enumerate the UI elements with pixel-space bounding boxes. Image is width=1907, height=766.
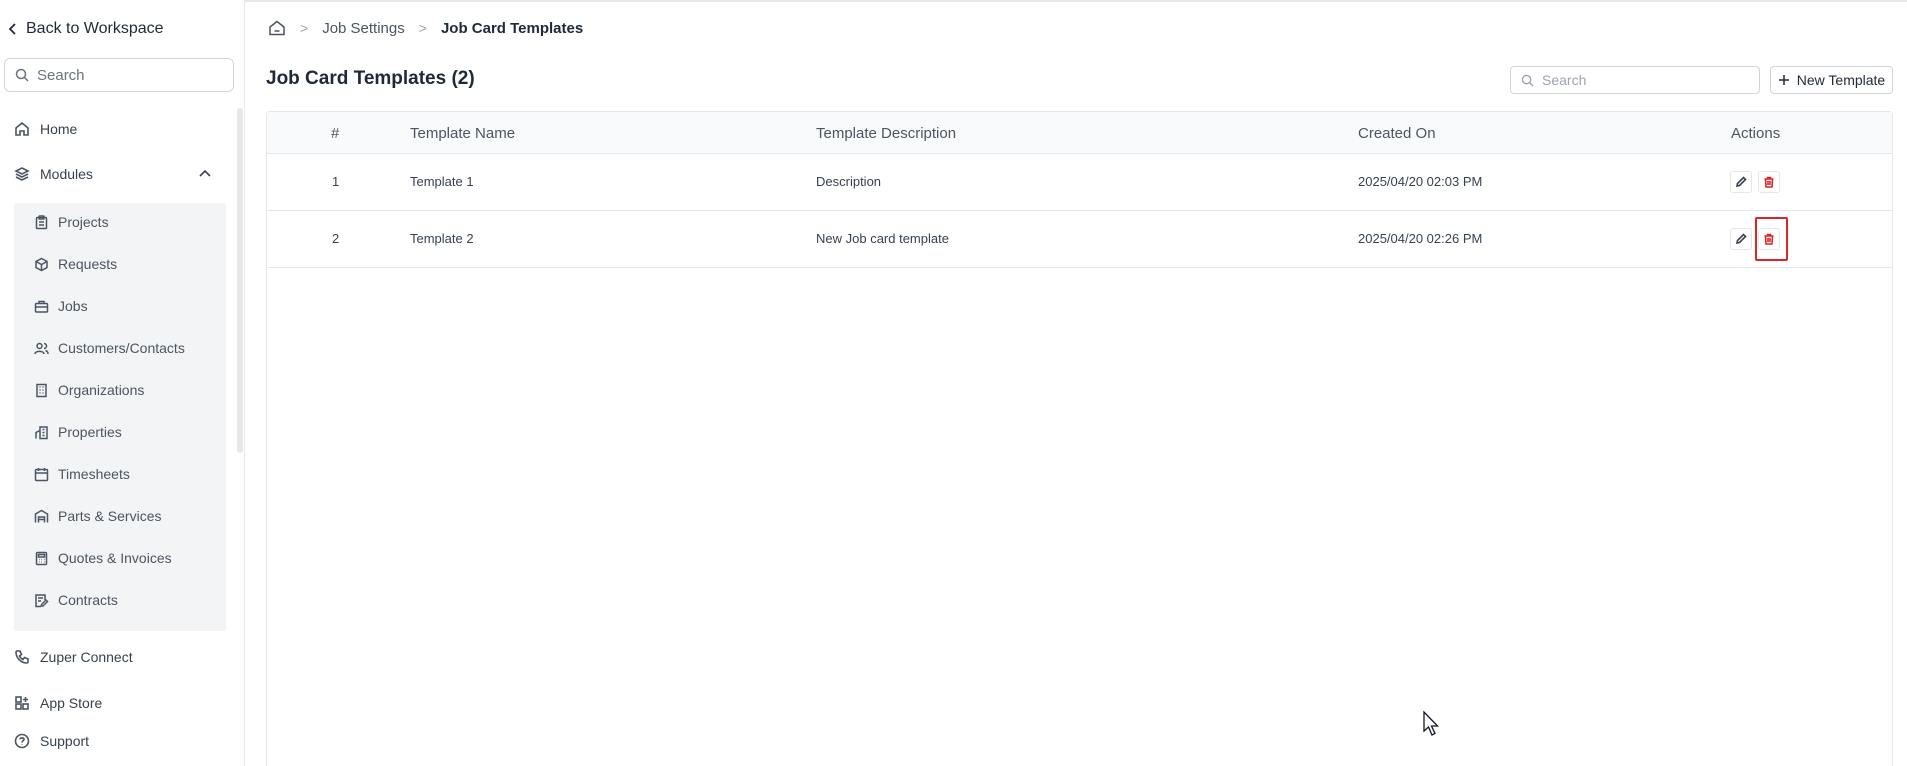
sidebar-item-support[interactable]: Support bbox=[14, 730, 89, 752]
building-icon bbox=[36, 383, 47, 397]
column-header-template-name: Template Name bbox=[410, 125, 516, 142]
phone-icon bbox=[15, 650, 29, 664]
page-title: Job Card Templates (2) bbox=[266, 68, 475, 89]
sidebar-item-home[interactable]: Home bbox=[14, 118, 77, 140]
row-template-name: Template 1 bbox=[410, 174, 474, 189]
sidebar-scrollbar[interactable] bbox=[237, 108, 243, 453]
sidebar-item-timesheets[interactable]: Timesheets bbox=[34, 463, 130, 485]
sidebar-item-parts-services[interactable]: Parts & Services bbox=[34, 505, 161, 527]
top-border bbox=[245, 0, 1907, 2]
sidebar-item-label: Modules bbox=[40, 166, 93, 182]
sidebar-item-label: Parts & Services bbox=[58, 508, 162, 524]
column-header-number: # bbox=[331, 125, 340, 142]
table-header: # Template Name Template Description Cre… bbox=[267, 112, 1892, 154]
row-template-description: Description bbox=[816, 174, 882, 189]
row-template-description: New Job card template bbox=[816, 231, 949, 246]
row-number: 2 bbox=[332, 231, 340, 246]
templates-table: # Template Name Template Description Cre… bbox=[266, 111, 1893, 766]
edit-button[interactable] bbox=[1730, 228, 1752, 250]
calendar-icon bbox=[34, 467, 49, 481]
sidebar-item-label: Support bbox=[40, 733, 90, 749]
layers-icon bbox=[14, 167, 30, 181]
new-template-label: New Template bbox=[1796, 72, 1886, 88]
briefcase-icon bbox=[34, 300, 49, 313]
sidebar-item-modules[interactable]: Modules bbox=[14, 163, 93, 185]
chevron-left-icon bbox=[8, 23, 16, 35]
row-template-name: Template 2 bbox=[410, 231, 474, 246]
sidebar-item-requests[interactable]: Requests bbox=[34, 253, 117, 275]
back-label: Back to Workspace bbox=[26, 20, 164, 37]
delete-button[interactable] bbox=[1758, 171, 1780, 193]
back-to-workspace-link[interactable]: Back to Workspace bbox=[8, 18, 164, 40]
row-created-on: 2025/04/20 02:03 PM bbox=[1358, 174, 1483, 189]
sidebar: Back to Workspace Home Modules Projects … bbox=[0, 0, 245, 766]
sidebar-item-contracts[interactable]: Contracts bbox=[34, 589, 118, 611]
property-icon bbox=[35, 425, 48, 439]
sidebar-item-label: Zuper Connect bbox=[40, 649, 133, 665]
box-icon bbox=[35, 257, 48, 271]
column-header-created-on: Created On bbox=[1358, 125, 1436, 142]
sidebar-item-label: Quotes & Invoices bbox=[58, 550, 172, 566]
trash-icon bbox=[1764, 233, 1774, 245]
sidebar-item-label: Customers/Contacts bbox=[58, 340, 185, 356]
sidebar-item-customers-contacts[interactable]: Customers/Contacts bbox=[34, 337, 185, 359]
breadcrumb-separator: > bbox=[300, 20, 309, 36]
sidebar-search-input[interactable] bbox=[37, 66, 217, 84]
help-icon bbox=[14, 733, 30, 749]
template-search-input[interactable] bbox=[1542, 72, 1742, 88]
sidebar-item-label: Home bbox=[40, 121, 78, 137]
mouse-cursor-icon bbox=[1423, 710, 1440, 736]
home-icon bbox=[15, 121, 29, 136]
new-template-button[interactable]: New Template bbox=[1770, 66, 1893, 94]
row-created-on: 2025/04/20 02:26 PM bbox=[1358, 231, 1483, 246]
search-icon bbox=[15, 68, 29, 82]
pencil-icon bbox=[1735, 233, 1747, 245]
pencil-icon bbox=[1735, 176, 1747, 188]
sidebar-item-properties[interactable]: Properties bbox=[34, 421, 122, 443]
sidebar-search[interactable] bbox=[4, 58, 234, 92]
sidebar-item-zuper-connect[interactable]: Zuper Connect bbox=[14, 646, 133, 668]
search-icon bbox=[1521, 74, 1534, 87]
sidebar-item-projects[interactable]: Projects bbox=[34, 211, 109, 233]
sidebar-item-label: Properties bbox=[58, 424, 122, 440]
breadcrumb-current: Job Card Templates bbox=[440, 19, 584, 37]
breadcrumb: > Job Settings > Job Card Templates bbox=[268, 17, 583, 39]
sidebar-item-label: Jobs bbox=[58, 298, 88, 314]
table-row[interactable]: 2 Template 2 New Job card template 2025/… bbox=[267, 211, 1892, 268]
sidebar-item-label: Organizations bbox=[58, 382, 145, 398]
sidebar-item-label: Timesheets bbox=[58, 466, 130, 482]
template-search[interactable] bbox=[1510, 66, 1760, 94]
warehouse-icon bbox=[34, 509, 49, 522]
plus-icon bbox=[1778, 75, 1789, 85]
delete-button[interactable] bbox=[1758, 228, 1780, 250]
breadcrumb-job-settings[interactable]: Job Settings bbox=[322, 20, 405, 37]
sidebar-item-organizations[interactable]: Organizations bbox=[34, 379, 144, 401]
column-header-actions: Actions bbox=[1731, 125, 1781, 142]
sidebar-item-quotes-invoices[interactable]: Quotes & Invoices bbox=[34, 547, 172, 569]
table-row[interactable]: 1 Template 1 Description 2025/04/20 02:0… bbox=[267, 154, 1892, 211]
column-header-template-description: Template Description bbox=[816, 125, 957, 142]
sidebar-item-label: Requests bbox=[58, 256, 118, 272]
sidebar-item-label: App Store bbox=[40, 695, 103, 711]
sidebar-item-label: Contracts bbox=[58, 592, 118, 608]
sidebar-item-label: Projects bbox=[58, 214, 109, 230]
chevron-up-icon[interactable] bbox=[198, 166, 212, 180]
calculator-icon bbox=[35, 551, 48, 565]
home-icon[interactable] bbox=[268, 19, 286, 37]
row-number: 1 bbox=[332, 174, 340, 189]
sidebar-item-jobs[interactable]: Jobs bbox=[34, 295, 88, 317]
breadcrumb-separator: > bbox=[418, 20, 427, 36]
contract-icon bbox=[35, 593, 49, 607]
clipboard-icon bbox=[35, 214, 48, 229]
trash-icon bbox=[1764, 176, 1774, 188]
sidebar-item-app-store[interactable]: App Store bbox=[14, 692, 102, 714]
edit-button[interactable] bbox=[1730, 171, 1752, 193]
apps-icon bbox=[15, 696, 29, 710]
users-icon bbox=[34, 342, 49, 354]
